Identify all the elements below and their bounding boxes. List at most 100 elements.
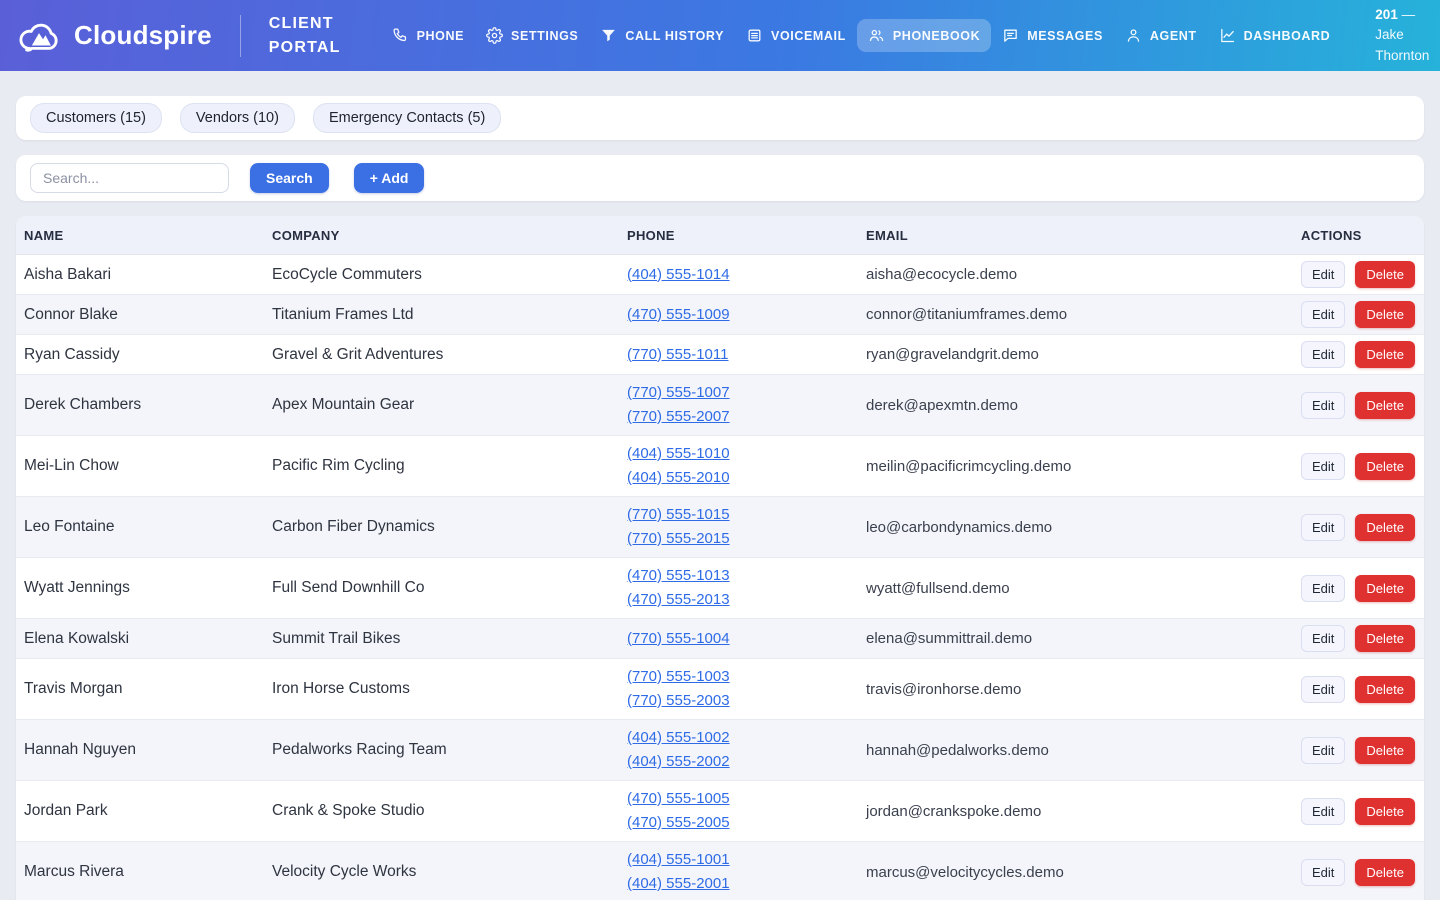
phone-link[interactable]: (770) 555-2015 — [627, 527, 866, 551]
nav-item-label: CALL HISTORY — [625, 29, 724, 43]
phonebook-people-icon — [868, 27, 885, 44]
edit-button[interactable]: Edit — [1301, 261, 1345, 288]
edit-button[interactable]: Edit — [1301, 453, 1345, 480]
delete-button[interactable]: Delete — [1355, 859, 1415, 886]
phone-link[interactable]: (770) 555-1007 — [627, 381, 866, 405]
phone-link[interactable]: (770) 555-1004 — [627, 627, 866, 651]
edit-button[interactable]: Edit — [1301, 737, 1345, 764]
edit-button[interactable]: Edit — [1301, 514, 1345, 541]
phone-link[interactable]: (770) 555-2007 — [627, 405, 866, 429]
delete-button[interactable]: Delete — [1355, 514, 1415, 541]
search-button[interactable]: Search — [250, 163, 329, 193]
nav-item-label: VOICEMAIL — [771, 29, 846, 43]
delete-button[interactable]: Delete — [1355, 575, 1415, 602]
table-row: Derek ChambersApex Mountain Gear(770) 55… — [16, 375, 1424, 436]
phone-link[interactable]: (470) 555-1005 — [627, 787, 866, 811]
delete-button[interactable]: Delete — [1355, 301, 1415, 328]
delete-button[interactable]: Delete — [1355, 392, 1415, 419]
contact-phones: (470) 555-1005(470) 555-2005 — [627, 781, 866, 841]
nav-item-messages[interactable]: MESSAGES — [991, 19, 1114, 52]
phone-link[interactable]: (404) 555-1010 — [627, 442, 866, 466]
column-header-actions: ACTIONS — [1301, 228, 1408, 243]
contact-email: travis@ironhorse.demo — [866, 681, 1301, 698]
delete-button[interactable]: Delete — [1355, 798, 1415, 825]
tab-customers[interactable]: Customers (15) — [30, 103, 162, 133]
nav-item-voicemail[interactable]: VOICEMAIL — [735, 19, 857, 52]
edit-button[interactable]: Edit — [1301, 341, 1345, 368]
phone-link[interactable]: (470) 555-2005 — [627, 811, 866, 835]
table-row: Marcus RiveraVelocity Cycle Works(404) 5… — [16, 842, 1424, 900]
row-actions: Edit Delete — [1301, 514, 1415, 541]
contact-name: Connor Blake — [24, 306, 272, 324]
person-icon — [1125, 27, 1142, 44]
nav-item-label: PHONE — [417, 29, 464, 43]
phone-link[interactable]: (470) 555-2013 — [627, 588, 866, 612]
edit-button[interactable]: Edit — [1301, 798, 1345, 825]
column-header-company: COMPANY — [272, 228, 627, 243]
edit-button[interactable]: Edit — [1301, 676, 1345, 703]
edit-button[interactable]: Edit — [1301, 575, 1345, 602]
edit-button[interactable]: Edit — [1301, 392, 1345, 419]
contact-company: Iron Horse Customs — [272, 680, 627, 698]
phone-link[interactable]: (404) 555-1002 — [627, 726, 866, 750]
phone-link[interactable]: (470) 555-1013 — [627, 564, 866, 588]
tab-vendors[interactable]: Vendors (10) — [180, 103, 295, 133]
contact-name: Marcus Rivera — [24, 863, 272, 881]
brand: Cloudspire CLIENT PORTAL — [16, 12, 341, 60]
phone-link[interactable]: (404) 555-1014 — [627, 263, 866, 287]
row-actions: Edit Delete — [1301, 676, 1415, 703]
add-contact-button[interactable]: + Add — [354, 163, 425, 193]
phone-link[interactable]: (470) 555-1009 — [627, 303, 866, 327]
contact-email: leo@carbondynamics.demo — [866, 519, 1301, 536]
phone-link[interactable]: (770) 555-1015 — [627, 503, 866, 527]
column-header-email: EMAIL — [866, 228, 1301, 243]
contact-name: Jordan Park — [24, 802, 272, 820]
voicemail-list-icon — [746, 27, 763, 44]
table-row: Jordan ParkCrank & Spoke Studio(470) 555… — [16, 781, 1424, 842]
category-tabs-card: Customers (15) Vendors (10) Emergency Cont… — [16, 96, 1424, 140]
nav-item-phonebook[interactable]: PHONEBOOK — [857, 19, 991, 52]
delete-button[interactable]: Delete — [1355, 676, 1415, 703]
nav-item-settings[interactable]: SETTINGS — [475, 19, 589, 52]
nav-item-label: SETTINGS — [511, 29, 578, 43]
delete-button[interactable]: Delete — [1355, 737, 1415, 764]
contact-company: Velocity Cycle Works — [272, 863, 627, 881]
contact-name: Wyatt Jennings — [24, 579, 272, 597]
contact-email: meilin@pacificrimcycling.demo — [866, 458, 1301, 475]
edit-button[interactable]: Edit — [1301, 859, 1345, 886]
contact-company: Gravel & Grit Adventures — [272, 346, 627, 364]
phone-link[interactable]: (770) 555-2003 — [627, 689, 866, 713]
delete-button[interactable]: Delete — [1355, 625, 1415, 652]
search-input[interactable] — [30, 163, 229, 193]
delete-button[interactable]: Delete — [1355, 341, 1415, 368]
nav-item-agent[interactable]: AGENT — [1114, 19, 1208, 52]
contact-email: connor@titaniumframes.demo — [866, 306, 1301, 323]
contact-name: Ryan Cassidy — [24, 346, 272, 364]
row-actions: Edit Delete — [1301, 453, 1415, 480]
row-actions: Edit Delete — [1301, 392, 1415, 419]
nav-item-phone[interactable]: PHONE — [381, 19, 475, 52]
tab-emergency-contacts[interactable]: Emergency Contacts (5) — [313, 103, 501, 133]
contact-company: Titanium Frames Ltd — [272, 306, 627, 324]
edit-button[interactable]: Edit — [1301, 301, 1345, 328]
contact-email: derek@apexmtn.demo — [866, 397, 1301, 414]
phone-link[interactable]: (404) 555-1001 — [627, 848, 866, 872]
edit-button[interactable]: Edit — [1301, 625, 1345, 652]
phone-link[interactable]: (404) 555-2002 — [627, 750, 866, 774]
brand-divider — [240, 15, 241, 57]
nav-item-dashboard[interactable]: DASHBOARD — [1208, 19, 1342, 52]
phone-link[interactable]: (404) 555-2010 — [627, 466, 866, 490]
cloudspire-logo-icon — [16, 16, 62, 56]
contact-company: EcoCycle Commuters — [272, 266, 627, 284]
phone-link[interactable]: (770) 555-1011 — [627, 343, 866, 367]
contact-phones: (470) 555-1013(470) 555-2013 — [627, 558, 866, 618]
row-actions: Edit Delete — [1301, 625, 1415, 652]
delete-button[interactable]: Delete — [1355, 453, 1415, 480]
phone-link[interactable]: (770) 555-1003 — [627, 665, 866, 689]
phone-link[interactable]: (404) 555-2001 — [627, 872, 866, 896]
contact-phones: (770) 555-1003(770) 555-2003 — [627, 659, 866, 719]
nav-item-call-history[interactable]: CALL HISTORY — [589, 19, 735, 52]
user-extension: 201 — [1375, 7, 1398, 22]
contact-company: Summit Trail Bikes — [272, 630, 627, 648]
delete-button[interactable]: Delete — [1355, 261, 1415, 288]
